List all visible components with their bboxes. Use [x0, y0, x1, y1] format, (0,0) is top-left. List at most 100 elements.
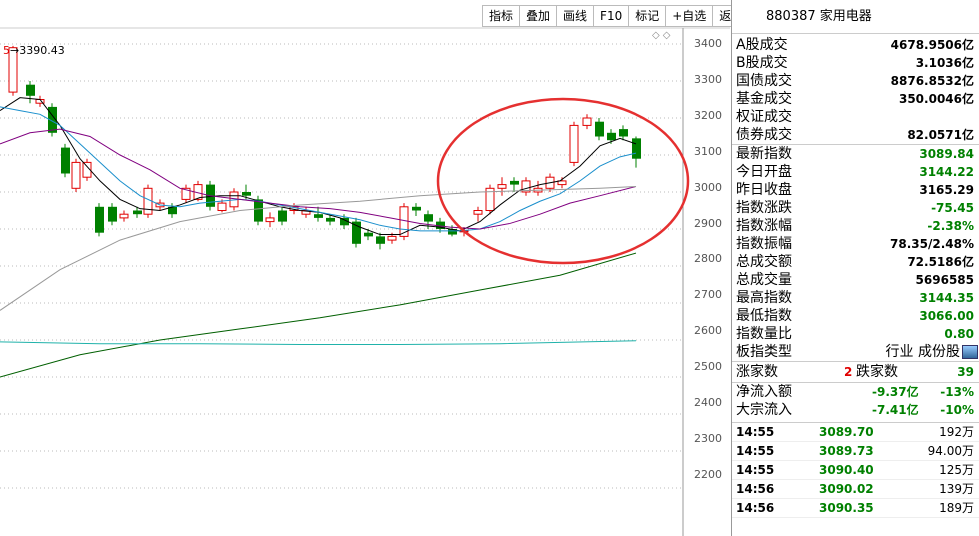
info-value: 4678.9506亿: [890, 38, 974, 52]
tick-price: 3089.73: [819, 444, 874, 458]
high-label: 5→3390.43: [3, 44, 65, 57]
chart-toolbar: 指标叠加画线F10标记+自选返回: [482, 5, 751, 27]
y-tick-label: 2300: [694, 431, 722, 445]
breadth-row: 涨家数 2 跌家数 39: [732, 361, 979, 382]
info-label: 指数涨跌: [736, 200, 792, 216]
info-value: 78.35/2.48%: [890, 237, 974, 251]
candle-down: [108, 206, 117, 222]
info-value: 3.1036亿: [915, 56, 974, 70]
info-row: 指数量比 0.80: [732, 325, 979, 343]
candle-up: [265, 217, 275, 223]
info-label: 今日开盘: [736, 164, 792, 180]
candle-up: [119, 213, 129, 219]
info-value: 72.5186亿: [907, 255, 974, 269]
info-label: 昨日收盘: [736, 182, 792, 198]
kline-chart[interactable]: [0, 0, 730, 536]
flow-label: 净流入额: [736, 384, 792, 400]
flow-row: 大宗流入 -7.41亿 -10%: [732, 401, 979, 419]
y-tick-label: 2400: [694, 396, 722, 409]
tick-time: 14:56: [736, 501, 775, 515]
info-label: 指数振幅: [736, 236, 792, 252]
info-row: 最高指数 3144.35: [732, 289, 979, 307]
info-label: 总成交量: [736, 272, 792, 288]
tick-row: 14:55 3089.70 192万: [732, 423, 979, 442]
info-label: 最低指数: [736, 308, 792, 324]
tick-time: 14:56: [736, 482, 775, 496]
candle-down: [326, 217, 335, 222]
ma250-line: [0, 340, 637, 345]
tick-price: 3089.70: [819, 425, 874, 439]
toolbar-button-1[interactable]: 叠加: [520, 6, 558, 26]
y-tick-label: 2600: [694, 324, 722, 338]
market-turnover-section: A股成交 4678.9506亿 B股成交 3.1036亿 国债成交 8876.8532亿基…: [732, 36, 979, 144]
y-tick-label: 3100: [694, 144, 722, 158]
candle-down: [607, 132, 616, 141]
flow-label: 大宗流入: [736, 402, 792, 418]
tick-row: 14:55 3090.40 125万: [732, 461, 979, 480]
info-row: 最低指数 3066.00: [732, 307, 979, 325]
tick-volume: 189万: [939, 501, 974, 515]
info-value: 3144.22: [919, 165, 974, 179]
info-label: 最高指数: [736, 290, 792, 306]
candle-down: [254, 199, 263, 222]
tick-price: 3090.02: [819, 482, 874, 496]
board-icon[interactable]: [962, 345, 978, 359]
candle-up: [71, 161, 81, 189]
tick-time: 14:55: [736, 425, 775, 439]
tick-volume: 139万: [939, 482, 974, 496]
y-tick-label: 2200: [694, 467, 722, 481]
candle-down: [364, 232, 373, 237]
flows-section: 净流入额 -9.37亿 -13% 大宗流入 -7.41亿 -10%: [732, 382, 979, 419]
candle-down: [133, 210, 142, 215]
info-row: 指数涨跌 -75.45: [732, 199, 979, 217]
ma60-line: [0, 185, 637, 311]
tick-price: 3090.40: [819, 463, 874, 477]
info-value: 3089.84: [919, 147, 974, 161]
candle-down: [278, 210, 287, 222]
candle-down: [412, 206, 421, 211]
info-row: 今日开盘 3144.22: [732, 163, 979, 181]
toolbar-button-3[interactable]: F10: [594, 6, 630, 26]
flow-pct: -13%: [940, 385, 974, 399]
tick-list[interactable]: 14:55 3089.70 192万 14:55 3089.73 94.00万 14:55 3…: [732, 422, 979, 518]
info-value: 82.0571亿: [907, 128, 974, 142]
candle-down: [424, 214, 433, 222]
board-type-row: 板指类型 行业 成份股: [732, 343, 979, 361]
info-value: 3165.29: [919, 183, 974, 197]
y-tick-label: 2800: [694, 252, 722, 266]
toolbar-button-5[interactable]: +自选: [666, 6, 714, 26]
index-code: 880387: [766, 9, 816, 24]
info-label: 权证成交: [736, 109, 792, 125]
index-info-section: 最新指数 3089.84 今日开盘 3144.22 昨日收盘 3165.29 指数涨跌 -75…: [732, 144, 979, 343]
tick-volume: 125万: [939, 463, 974, 477]
info-label: A股成交: [736, 37, 788, 53]
info-value: -75.45: [931, 201, 974, 215]
tick-time: 14:55: [736, 444, 775, 458]
kline-chart-area[interactable]: 指标叠加画线F10标记+自选返回 ◇◇ 3400 3300 3200 3100 3000…: [0, 0, 751, 536]
info-row: 指数振幅 78.35/2.48%: [732, 235, 979, 253]
candle-down: [314, 214, 323, 218]
tick-row: 14:55 3089.73 94.00万: [732, 442, 979, 461]
info-row: 国债成交 8876.8532亿: [732, 72, 979, 90]
down-label: 跌家数: [856, 364, 898, 380]
info-row: 最新指数 3089.84: [732, 145, 979, 163]
down-count: 39: [957, 365, 974, 379]
quote-panel: 880387 家用电器 A股成交 4678.9506亿 B股成交 3.1036亿 国债成…: [731, 0, 979, 536]
info-value: 3066.00: [919, 309, 974, 323]
toolbar-button-0[interactable]: 指标: [483, 6, 521, 26]
info-value: 3144.35: [919, 291, 974, 305]
info-label: 指数量比: [736, 326, 792, 342]
info-label: 指数涨幅: [736, 218, 792, 234]
toolbar-button-2[interactable]: 画线: [557, 6, 595, 26]
info-value: -2.38%: [927, 219, 974, 233]
flow-row: 净流入额 -9.37亿 -13%: [732, 383, 979, 401]
info-value: 8876.8532亿: [890, 74, 974, 88]
chart-options-icon[interactable]: ◇◇: [652, 30, 673, 41]
candle-down: [352, 221, 361, 244]
toolbar-button-4[interactable]: 标记: [629, 6, 667, 26]
y-tick-label: 3300: [694, 72, 722, 86]
info-row: B股成交 3.1036亿: [732, 54, 979, 72]
candle-down: [595, 121, 604, 137]
info-row: A股成交 4678.9506亿: [732, 36, 979, 54]
board-type-value: 行业 成份股: [885, 344, 960, 360]
